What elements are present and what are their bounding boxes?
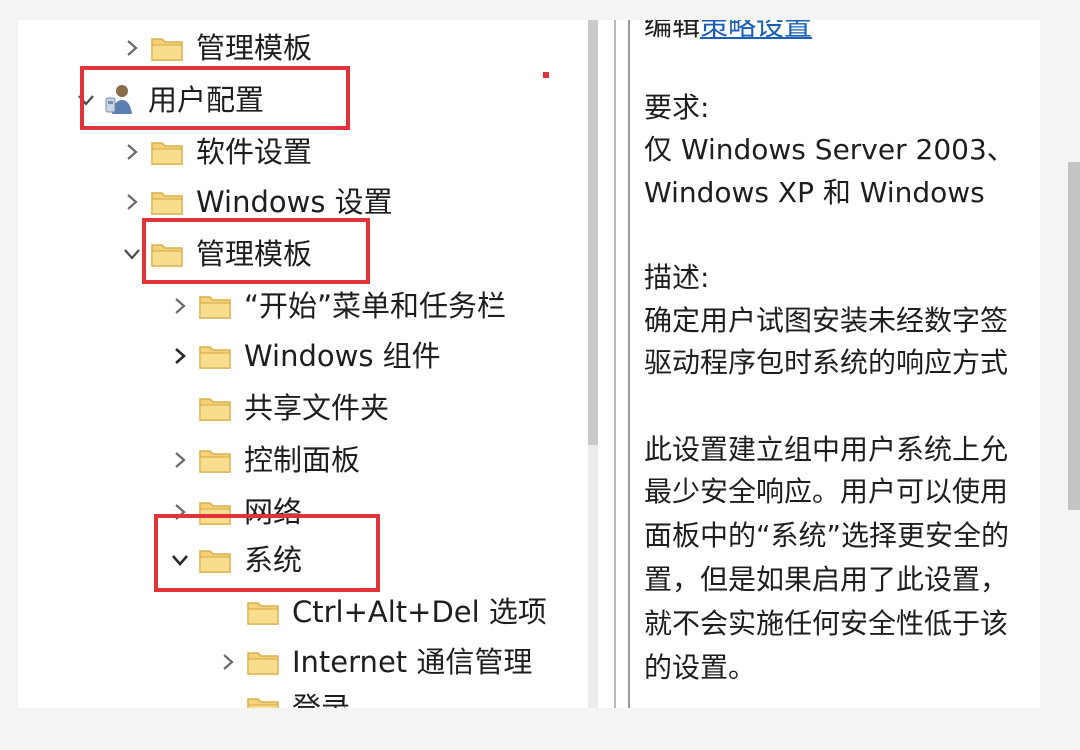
policy-tree-pane: 管理模板 用户配置 软件设置 Windows 设置 管理模板 “开始”菜单和任务… (18, 20, 575, 708)
expander-placeholder (214, 590, 242, 634)
tree-item-windows-settings[interactable]: Windows 设置 (118, 180, 393, 224)
chevron-right-icon[interactable] (166, 284, 194, 328)
tree-scrollbar-thumb[interactable] (588, 20, 598, 445)
tree-item-control-panel[interactable]: 控制面板 (166, 438, 360, 482)
tree-item-label: 软件设置 (196, 135, 313, 169)
chevron-right-icon[interactable] (118, 26, 146, 70)
edit-policy-line: 编辑策略设置 (644, 20, 812, 46)
tree-item-admin-templates-computer[interactable]: 管理模板 (118, 26, 312, 70)
tree-item-shared-folders[interactable]: 共享文件夹 (166, 386, 389, 430)
chevron-right-icon[interactable] (118, 130, 146, 174)
chevron-down-icon[interactable] (72, 78, 100, 122)
tree-item-ctrl-alt-del-options[interactable]: Ctrl+Alt+Del 选项 (214, 590, 547, 634)
policy-description-pane: 编辑策略设置 要求: 仅 Windows Server 2003、 Window… (630, 20, 1022, 708)
detail-line: 此设置建立组中用户系统上允 (644, 433, 1009, 466)
frame-left (0, 0, 18, 750)
tree-item-label: 管理模板 (196, 237, 313, 271)
expander-placeholder (166, 386, 194, 430)
tree-item-admin-templates[interactable]: 管理模板 (118, 232, 312, 276)
tree-item-logon[interactable]: 登录 (214, 686, 350, 708)
folder-icon (150, 34, 184, 62)
folder-icon (198, 342, 232, 370)
tree-item-internet-communication[interactable]: Internet 通信管理 (214, 640, 532, 684)
tree-item-label: 用户配置 (148, 83, 265, 117)
tree-item-windows-components[interactable]: Windows 组件 (166, 334, 441, 378)
tree-item-user-configuration[interactable]: 用户配置 (72, 78, 264, 122)
detail-line: 置，但是如果启用了此设置， (644, 563, 1009, 596)
tree-item-label: 控制面板 (244, 443, 361, 477)
chevron-down-icon[interactable] (166, 538, 194, 582)
folder-icon (198, 292, 232, 320)
tree-item-label: Windows 组件 (244, 339, 441, 373)
chevron-right-icon[interactable] (214, 640, 242, 684)
folder-icon (198, 498, 232, 526)
tree-item-label: 共享文件夹 (244, 391, 390, 425)
tree-item-label: 网络 (244, 495, 303, 529)
screenshot-stage: 管理模板 用户配置 软件设置 Windows 设置 管理模板 “开始”菜单和任务… (0, 0, 1080, 750)
tree-item-start-menu-taskbar[interactable]: “开始”菜单和任务栏 (166, 284, 506, 328)
folder-icon (198, 446, 232, 474)
tree-item-software-settings[interactable]: 软件设置 (118, 130, 312, 174)
chevron-right-icon[interactable] (166, 438, 194, 482)
frame-bottom (0, 708, 1080, 750)
pane-divider[interactable] (614, 20, 616, 708)
folder-icon (198, 546, 232, 574)
folder-icon (150, 188, 184, 216)
requirements-line: 仅 Windows Server 2003、 (644, 133, 1015, 166)
folder-icon (198, 394, 232, 422)
requirements-line: Windows XP 和 Windows (644, 176, 985, 209)
description-heading: 描述: (644, 261, 710, 294)
tree-item-label: 管理模板 (196, 31, 313, 65)
chevron-right-icon[interactable] (118, 180, 146, 224)
tree-item-label: “开始”菜单和任务栏 (244, 289, 507, 323)
chevron-right-icon[interactable] (166, 490, 194, 534)
tree-scrollbar-track[interactable] (588, 445, 598, 708)
folder-icon (246, 598, 280, 626)
description-scrollbar-thumb[interactable] (1068, 162, 1080, 510)
expander-placeholder (214, 686, 242, 708)
tree-item-label: Internet 通信管理 (292, 645, 533, 679)
detail-line: 就不会实施任何安全性低于该 (644, 607, 1009, 640)
folder-icon (246, 694, 280, 708)
red-marker (543, 72, 549, 78)
edit-prefix: 编辑 (644, 20, 701, 42)
folder-icon (150, 240, 184, 268)
tree-item-label: Windows 设置 (196, 185, 393, 219)
tree-item-network[interactable]: 网络 (166, 490, 302, 534)
chevron-down-icon[interactable] (118, 232, 146, 276)
detail-line: 的设置。 (644, 651, 757, 684)
detail-line: 最少安全响应。用户可以使用 (644, 475, 1009, 508)
user-config-icon (102, 82, 138, 118)
tree-item-label: 系统 (244, 543, 303, 577)
tree-item-label: Ctrl+Alt+Del 选项 (292, 595, 547, 629)
tree-item-system[interactable]: 系统 (166, 538, 302, 582)
tree-item-label: 登录 (292, 691, 351, 708)
description-line: 确定用户试图安装未经数字签 (644, 304, 1009, 337)
folder-icon (150, 138, 184, 166)
folder-icon (246, 648, 280, 676)
description-line: 驱动程序包时系统的响应方式 (644, 346, 1009, 379)
requirements-heading: 要求: (644, 91, 710, 124)
detail-line: 面板中的“系统”选择更安全的 (644, 519, 1010, 552)
frame-top (0, 0, 1080, 20)
chevron-right-icon[interactable] (166, 334, 194, 378)
edit-policy-link[interactable]: 策略设置 (700, 20, 812, 42)
